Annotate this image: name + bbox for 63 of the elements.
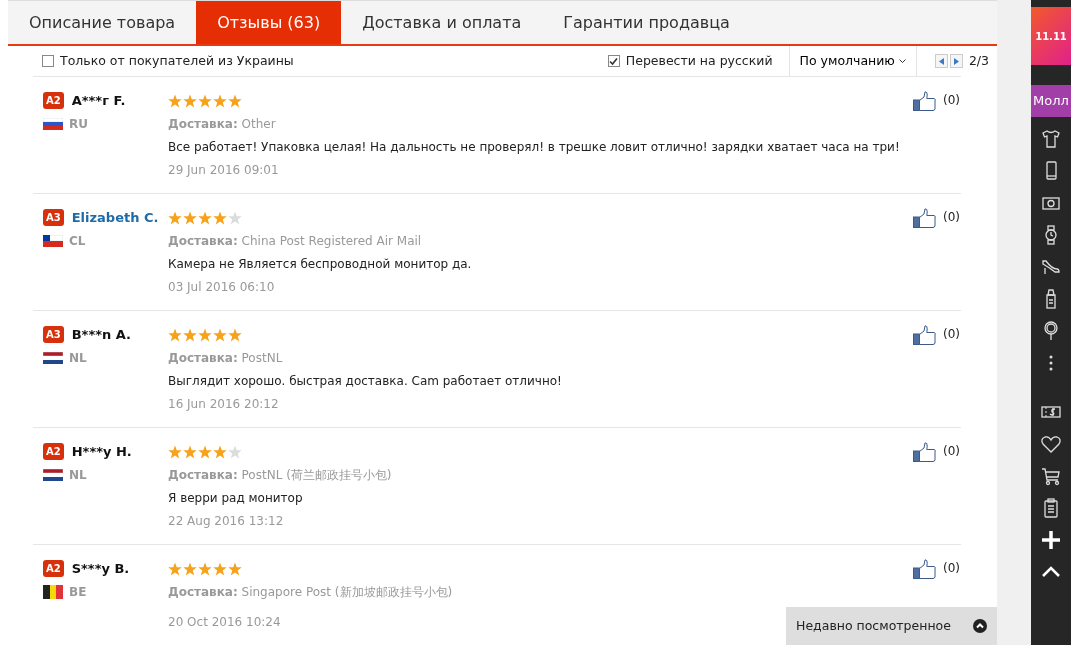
like-count: (0) bbox=[943, 92, 960, 109]
delivery-info: Доставка: Singapore Post (新加坡邮政挂号小包) bbox=[168, 583, 453, 601]
reviewer-name: H***y H. bbox=[71, 442, 132, 461]
recently-viewed-panel[interactable]: Недавно посмотренное bbox=[786, 607, 997, 645]
level-badge: A2 bbox=[43, 560, 64, 577]
sort-dropdown[interactable]: По умолчанию bbox=[788, 46, 917, 76]
thumbs-up-icon[interactable] bbox=[913, 559, 937, 579]
level-badge: A2 bbox=[43, 92, 64, 109]
review-text: Выглядит хорошо. быстрая доставка. Cam работает отлично! bbox=[168, 372, 562, 390]
tab[interactable]: Гарантии продавца bbox=[542, 1, 751, 44]
country-code: BE bbox=[69, 583, 87, 601]
tshirt-icon[interactable] bbox=[1040, 128, 1062, 150]
right-triangle-icon bbox=[953, 57, 959, 65]
level-badge: A3 bbox=[43, 209, 64, 226]
heart-icon[interactable] bbox=[1040, 433, 1062, 455]
like-count: (0) bbox=[943, 209, 960, 226]
checkbox[interactable] bbox=[42, 55, 54, 67]
delivery-info: Доставка: PostNL (荷兰邮政挂号小包) bbox=[168, 466, 392, 484]
checkbox-label: Перевести на русский bbox=[625, 51, 773, 70]
next-page-button[interactable] bbox=[949, 54, 963, 68]
like-count: (0) bbox=[943, 443, 960, 460]
reviewer-name: S***y B. bbox=[71, 559, 130, 578]
prev-page-button[interactable] bbox=[934, 54, 948, 68]
review-date: 03 Jul 2016 06:10 bbox=[168, 278, 275, 296]
delivery-info: Доставка: China Post Registered Air Mail bbox=[168, 232, 422, 250]
thumbs-up-icon[interactable] bbox=[913, 325, 937, 345]
review-text: Я верри рад монитор bbox=[168, 489, 303, 507]
delivery-info: Доставка: PostNL bbox=[168, 349, 283, 367]
review-date: 16 Jun 2016 20:12 bbox=[168, 395, 279, 413]
review-date: 22 Aug 2016 13:12 bbox=[168, 512, 284, 530]
reviewer-name: B***n A. bbox=[71, 325, 132, 344]
like-count: (0) bbox=[943, 560, 960, 577]
recently-viewed-label: Недавно посмотренное bbox=[796, 616, 951, 635]
level-badge: A3 bbox=[43, 326, 64, 343]
left-triangle-icon bbox=[938, 57, 944, 65]
delivery-info: Доставка: Other bbox=[168, 115, 276, 133]
review-text: Все работает! Упаковка целая! На дальность не проверял! в трешке ловит отлично! зарядки хватает часа на три! bbox=[168, 138, 900, 156]
plus-icon[interactable] bbox=[1040, 529, 1062, 551]
tab[interactable]: Отзывы (63) bbox=[196, 1, 342, 44]
checkbox-label: Только от покупателей из Украины bbox=[60, 51, 294, 70]
country-code: RU bbox=[69, 115, 88, 133]
country-code: NL bbox=[69, 349, 87, 367]
cart-icon[interactable] bbox=[1040, 465, 1062, 487]
page-indicator: 2/3 bbox=[968, 51, 989, 70]
checkbox[interactable] bbox=[607, 55, 620, 67]
review-text: Камера не Является беспроводной монитор да. bbox=[168, 255, 472, 273]
thumbs-up-icon[interactable] bbox=[913, 208, 937, 228]
mall-link[interactable]: Молл bbox=[1031, 85, 1071, 117]
country-code: NL bbox=[69, 466, 87, 484]
tab[interactable]: Доставка и оплата bbox=[341, 1, 543, 44]
review-date: 20 Oct 2016 10:24 bbox=[168, 613, 281, 631]
thumbs-up-icon[interactable] bbox=[913, 442, 937, 462]
reviewer-name[interactable]: Elizabeth C. bbox=[71, 207, 159, 228]
promo-logo[interactable]: 11.11 bbox=[1031, 7, 1071, 65]
like-count: (0) bbox=[943, 326, 960, 343]
reviewer-name: A***г F. bbox=[71, 91, 126, 110]
level-badge: A2 bbox=[43, 443, 64, 460]
thumbs-up-icon[interactable] bbox=[913, 91, 937, 111]
chevron-up-icon bbox=[973, 619, 987, 633]
country-code: CL bbox=[69, 232, 86, 250]
caret-icon bbox=[898, 58, 906, 64]
tab[interactable]: Описание товара bbox=[8, 1, 197, 44]
review-date: 29 Jun 2016 09:01 bbox=[168, 161, 279, 179]
